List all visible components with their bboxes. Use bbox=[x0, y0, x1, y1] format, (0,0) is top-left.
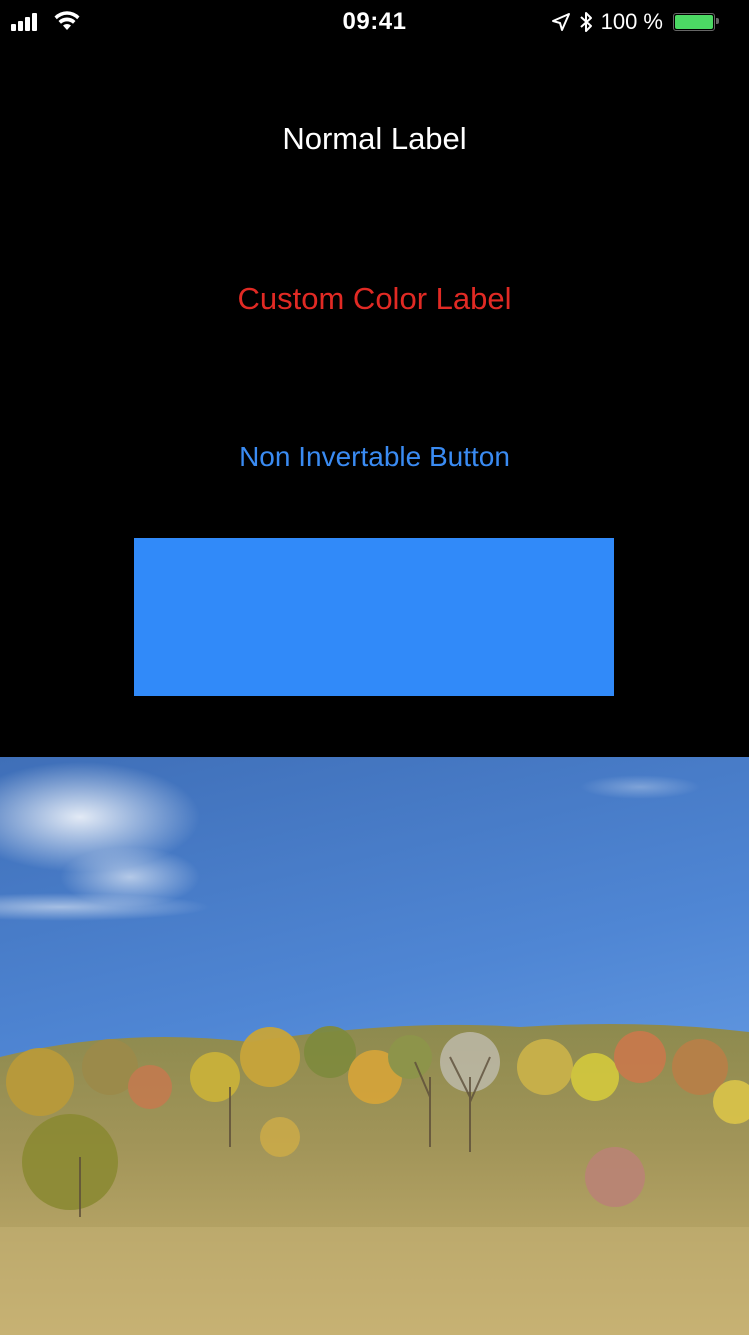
blue-box-view bbox=[134, 538, 614, 696]
status-bar: 09:41 100 % bbox=[0, 0, 749, 44]
normal-label: Normal Label bbox=[282, 121, 467, 156]
non-invertable-button[interactable]: Non Invertable Button bbox=[0, 441, 749, 473]
location-arrow-icon bbox=[551, 13, 570, 31]
landscape-photo bbox=[0, 757, 749, 1335]
battery-icon bbox=[673, 13, 719, 31]
custom-color-label: Custom Color Label bbox=[237, 281, 512, 316]
bluetooth-icon bbox=[579, 12, 592, 32]
battery-percentage: 100 % bbox=[600, 9, 663, 34]
